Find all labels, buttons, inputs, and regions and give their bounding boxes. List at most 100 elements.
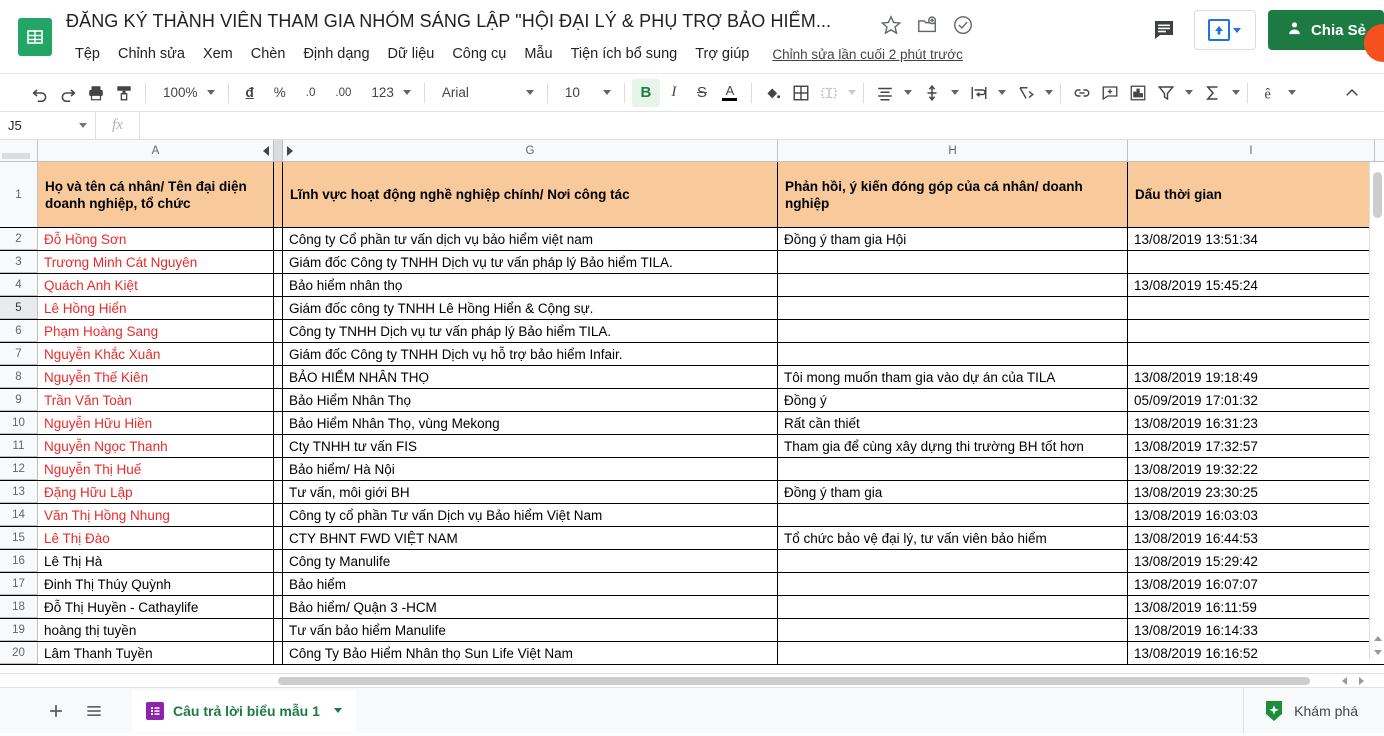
row-header-2[interactable]: 2 — [0, 228, 38, 250]
row-header-17[interactable]: 17 — [0, 573, 38, 595]
comment-history-icon[interactable] — [1144, 10, 1184, 50]
cell-timestamp[interactable]: 13/08/2019 23:30:25 — [1128, 481, 1375, 503]
cell-feedback[interactable]: Tổ chức bảo vệ đại lý, tư vấn viên bảo h… — [778, 527, 1128, 549]
cell-feedback[interactable] — [778, 596, 1128, 618]
table-row[interactable]: 9 Trần Văn Toàn Bảo Hiểm Nhân Thọ Đồng ý 05/… — [0, 389, 1384, 412]
document-title[interactable]: ĐĂNG KÝ THÀNH VIÊN THAM GIA NHÓM SÁNG LẬ… — [66, 8, 831, 34]
menu-item-tools[interactable]: Công cụ — [443, 44, 515, 64]
move-to-folder-icon[interactable] — [916, 14, 938, 36]
scroll-left-button[interactable] — [1336, 674, 1352, 687]
cell-feedback[interactable] — [778, 320, 1128, 342]
cell-name[interactable]: Trần Văn Toàn — [38, 389, 274, 411]
cloud-saved-icon[interactable] — [952, 14, 974, 36]
chevron-down-icon[interactable] — [1287, 90, 1296, 95]
chevron-down-icon[interactable] — [950, 90, 959, 95]
increase-decimal-button[interactable]: .00 — [325, 79, 361, 107]
paint-format-icon[interactable] — [110, 79, 138, 107]
table-row[interactable]: 14 Văn Thị Hồng Nhung Công ty cổ phần Tư v… — [0, 504, 1384, 527]
text-wrap-icon[interactable] — [965, 79, 993, 107]
row-header-4[interactable]: 4 — [0, 274, 38, 296]
zoom-select[interactable]: 100% — [153, 79, 221, 107]
table-row[interactable]: 2 Đỗ Hồng Sơn Công ty Cổ phần tư vấn dịch … — [0, 228, 1384, 251]
table-row[interactable]: 7 Nguyễn Khắc Xuân Giám đốc Công ty TNHH D… — [0, 343, 1384, 366]
cell-feedback[interactable] — [778, 642, 1128, 664]
star-icon[interactable] — [880, 14, 902, 36]
cell-feedback[interactable]: Tham gia để cùng xây dựng thi trường BH … — [778, 435, 1128, 457]
table-row[interactable]: 8 Nguyễn Thế Kiên BẢO HIỂM NHÂN THỌ Tôi mon… — [0, 366, 1384, 389]
name-box[interactable]: J5 — [0, 112, 96, 139]
vertical-align-icon[interactable] — [918, 79, 946, 107]
cell-name[interactable]: Nguyễn Hữu Hiền — [38, 412, 274, 434]
cell-field[interactable]: Tư vấn, môi giới BH — [283, 481, 778, 503]
cell-field[interactable]: Công ty Cổ phần tư vấn dịch vụ bảo hiểm … — [283, 228, 778, 250]
formula-input[interactable] — [140, 112, 1384, 139]
cell-name[interactable]: hoàng thị tuyền — [38, 619, 274, 641]
text-color-button[interactable]: A — [716, 79, 744, 107]
table-row[interactable]: 20 Lâm Thanh Tuyền Công Ty Bảo Hiểm Nhân t… — [0, 642, 1384, 665]
menu-item-help[interactable]: Trợ giúp — [686, 44, 758, 64]
row-header-3[interactable]: 3 — [0, 251, 38, 273]
row-header-9[interactable]: 9 — [0, 389, 38, 411]
cell-field[interactable]: Công ty cổ phần Tư vấn Dịch vụ Bảo hiểm … — [283, 504, 778, 526]
cell-feedback[interactable] — [778, 504, 1128, 526]
cell-field[interactable]: Bảo hiểm/ Hà Nội — [283, 458, 778, 480]
redo-icon[interactable] — [54, 79, 82, 107]
table-row[interactable]: 12 Nguyễn Thị Huế Bảo hiểm/ Hà Nội 13/08/20… — [0, 458, 1384, 481]
menu-item-view[interactable]: Xem — [194, 44, 242, 64]
cell-timestamp[interactable]: 13/08/2019 19:18:49 — [1128, 366, 1375, 388]
font-size-select[interactable]: 10 — [555, 79, 617, 107]
cell-field[interactable]: Giám đốc công ty TNHH Lê Hồng Hiển & Cộn… — [283, 297, 778, 319]
row-header-8[interactable]: 8 — [0, 366, 38, 388]
menu-item-insert[interactable]: Chèn — [242, 44, 295, 64]
cell-field[interactable]: Tư vấn bảo hiểm Manulife — [283, 619, 778, 641]
column-header-a[interactable]: A — [38, 140, 274, 161]
cell-field[interactable]: Bảo Hiểm Nhân Thọ — [283, 389, 778, 411]
cell-timestamp[interactable]: 13/08/2019 16:07:07 — [1128, 573, 1375, 595]
cell-name[interactable]: Văn Thị Hồng Nhung — [38, 504, 274, 526]
table-row[interactable]: 5 Lê Hồng Hiển Giám đốc công ty TNHH Lê Hồ… — [0, 297, 1384, 320]
cell-field[interactable]: Công Ty Bảo Hiểm Nhân thọ Sun Life Việt … — [283, 642, 778, 664]
chevron-down-icon[interactable] — [1044, 90, 1053, 95]
row-header-12[interactable]: 12 — [0, 458, 38, 480]
cell-field[interactable]: Bảo hiểm nhân thọ — [283, 274, 778, 296]
row-header-20[interactable]: 20 — [0, 642, 38, 664]
cell-timestamp[interactable]: 13/08/2019 16:11:59 — [1128, 596, 1375, 618]
cell-timestamp[interactable]: 13/08/2019 15:29:42 — [1128, 550, 1375, 572]
chevron-down-icon[interactable] — [79, 123, 87, 128]
column-header-i[interactable]: I — [1128, 140, 1375, 161]
currency-format-button[interactable]: đ — [236, 79, 264, 107]
row-header-6[interactable]: 6 — [0, 320, 38, 342]
cell-feedback[interactable] — [778, 251, 1128, 273]
cell-timestamp[interactable]: 13/08/2019 16:14:33 — [1128, 619, 1375, 641]
table-row[interactable]: 13 Đặng Hữu Lập Tư vấn, môi giới BH Đồng ý … — [0, 481, 1384, 504]
vertical-scrollbar-thumb[interactable] — [1373, 172, 1382, 218]
column-header-g[interactable]: G — [283, 140, 778, 161]
cell-feedback[interactable] — [778, 343, 1128, 365]
header-cell-name[interactable]: Họ và tên cá nhân/ Tên đại diện doanh ng… — [38, 162, 274, 227]
table-row[interactable]: 6 Phạm Hoàng Sang Công ty TNHH Dịch vụ tư… — [0, 320, 1384, 343]
cell-feedback[interactable]: Đồng ý tham gia — [778, 481, 1128, 503]
cell-feedback[interactable]: Rất cần thiết — [778, 412, 1128, 434]
italic-button[interactable]: I — [660, 79, 688, 107]
table-row[interactable]: 17 Đinh Thị Thúy Quỳnh Bảo hiểm 13/08/2019 … — [0, 573, 1384, 596]
cell-feedback[interactable] — [778, 550, 1128, 572]
row-header-13[interactable]: 13 — [0, 481, 38, 503]
cell-field[interactable]: Giám đốc Công ty TNHH Dịch vụ hỗ trợ bảo… — [283, 343, 778, 365]
cell-timestamp[interactable] — [1128, 320, 1375, 342]
cell-name[interactable]: Đỗ Hồng Sơn — [38, 228, 274, 250]
cell-name[interactable]: Nguyễn Thế Kiên — [38, 366, 274, 388]
bold-button[interactable]: B — [631, 78, 660, 107]
insert-link-icon[interactable] — [1068, 79, 1096, 107]
table-row[interactable]: 16 Lê Thị Hà Công ty Manulife 13/08/2019 15… — [0, 550, 1384, 573]
cell-timestamp[interactable]: 13/08/2019 17:32:57 — [1128, 435, 1375, 457]
cell-field[interactable]: Bảo hiểm — [283, 573, 778, 595]
scroll-right-button[interactable] — [1353, 674, 1369, 687]
scroll-down-button[interactable] — [1370, 645, 1384, 659]
filter-icon[interactable] — [1152, 79, 1180, 107]
sheet-tab[interactable]: Câu trả lời biểu mẫu 1 — [132, 689, 356, 732]
cell-timestamp[interactable]: 13/08/2019 16:44:53 — [1128, 527, 1375, 549]
cell-field[interactable]: Giám đốc Công ty TNHH Dịch vụ tư vấn phá… — [283, 251, 778, 273]
hidden-columns-left-icon[interactable] — [263, 145, 269, 156]
cell-timestamp[interactable] — [1128, 297, 1375, 319]
percent-format-button[interactable]: % — [264, 79, 296, 107]
